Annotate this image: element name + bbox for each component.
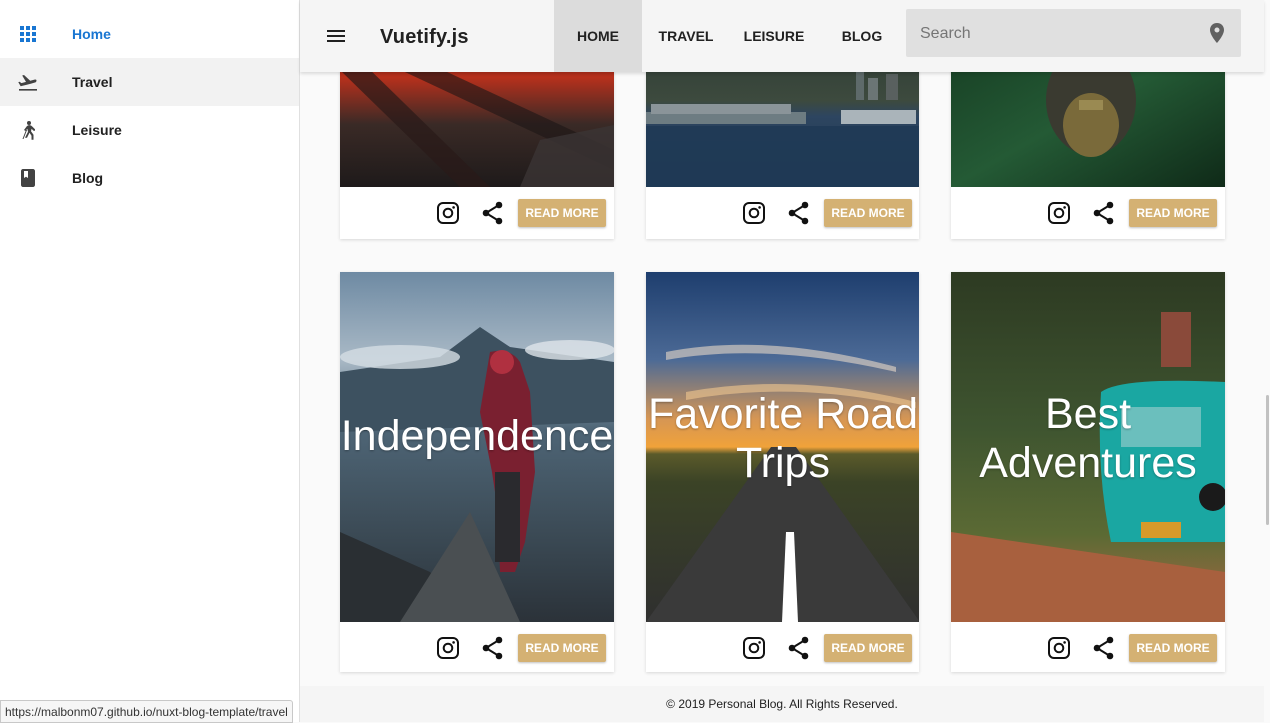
apps-grid-icon bbox=[20, 26, 36, 42]
card-actions: READ MORE bbox=[646, 622, 919, 672]
sidebar-item-home[interactable]: Home bbox=[0, 10, 299, 58]
instagram-icon[interactable] bbox=[1047, 201, 1071, 225]
card-actions: READ MORE bbox=[646, 187, 919, 239]
read-more-button[interactable]: READ MORE bbox=[1129, 634, 1217, 662]
card-actions: READ MORE bbox=[951, 187, 1225, 239]
nav-leisure[interactable]: LEISURE bbox=[736, 0, 812, 72]
sidebar-item-leisure[interactable]: Leisure bbox=[0, 106, 299, 154]
instagram-icon[interactable] bbox=[1047, 636, 1071, 660]
read-more-button[interactable]: READ MORE bbox=[518, 199, 606, 227]
nav-home[interactable]: HOME bbox=[554, 0, 642, 72]
scroll-thumb[interactable] bbox=[1266, 395, 1269, 525]
share-icon[interactable] bbox=[1093, 201, 1115, 225]
sidebar-item-label: Blog bbox=[72, 170, 104, 186]
read-more-button[interactable]: READ MORE bbox=[518, 634, 606, 662]
hiking-icon bbox=[22, 121, 35, 140]
share-icon[interactable] bbox=[1093, 636, 1115, 660]
menu-icon[interactable] bbox=[324, 24, 348, 48]
share-icon[interactable] bbox=[482, 636, 504, 660]
search-box bbox=[906, 9, 1241, 57]
post-card: Independence READ MORE bbox=[340, 272, 614, 672]
nav-blog[interactable]: BLOG bbox=[832, 0, 892, 72]
book-icon bbox=[21, 169, 35, 187]
card-actions: READ MORE bbox=[951, 622, 1225, 672]
status-bar-url: https://malbonm07.github.io/nuxt-blog-te… bbox=[0, 700, 293, 723]
instagram-icon[interactable] bbox=[742, 201, 766, 225]
sidebar-item-label: Home bbox=[72, 26, 111, 42]
read-more-button[interactable]: READ MORE bbox=[824, 199, 912, 227]
search-input[interactable] bbox=[918, 21, 1202, 47]
scrollbar[interactable] bbox=[1264, 0, 1270, 722]
instagram-icon[interactable] bbox=[436, 636, 460, 660]
post-card: Favorite Road Trips READ MORE bbox=[646, 272, 919, 672]
flight-takeoff-icon bbox=[18, 75, 37, 91]
footer: © 2019 Personal Blog. All Rights Reserve… bbox=[300, 686, 1264, 722]
sidebar-item-blog[interactable]: Blog bbox=[0, 154, 299, 202]
app-toolbar: Vuetify.js HOME TRAVEL LEISURE BLOG bbox=[300, 0, 1264, 72]
sidebar-item-travel[interactable]: Travel bbox=[0, 58, 299, 106]
sidebar-item-label: Travel bbox=[72, 74, 113, 90]
card-actions: READ MORE bbox=[340, 622, 614, 672]
nav-travel[interactable]: TRAVEL bbox=[650, 0, 722, 72]
read-more-button[interactable]: READ MORE bbox=[1129, 199, 1217, 227]
read-more-button[interactable]: READ MORE bbox=[824, 634, 912, 662]
post-title: Independence bbox=[340, 412, 614, 460]
sidebar-item-label: Leisure bbox=[72, 122, 122, 138]
app-title: Vuetify.js bbox=[380, 26, 469, 48]
instagram-icon[interactable] bbox=[436, 201, 460, 225]
post-card: Best Adventures READ MORE bbox=[951, 272, 1225, 672]
navigation-drawer: Home Travel Leisure Blog bbox=[0, 0, 300, 722]
location-pin-icon[interactable] bbox=[1209, 23, 1225, 43]
instagram-icon[interactable] bbox=[742, 636, 766, 660]
share-icon[interactable] bbox=[482, 201, 504, 225]
post-title: Favorite Road Trips bbox=[647, 390, 919, 487]
post-title: Best Adventures bbox=[979, 390, 1197, 487]
copyright-text: © 2019 Personal Blog. All Rights Reserve… bbox=[666, 697, 898, 711]
card-actions: READ MORE bbox=[340, 187, 614, 239]
share-icon[interactable] bbox=[788, 201, 810, 225]
share-icon[interactable] bbox=[788, 636, 810, 660]
